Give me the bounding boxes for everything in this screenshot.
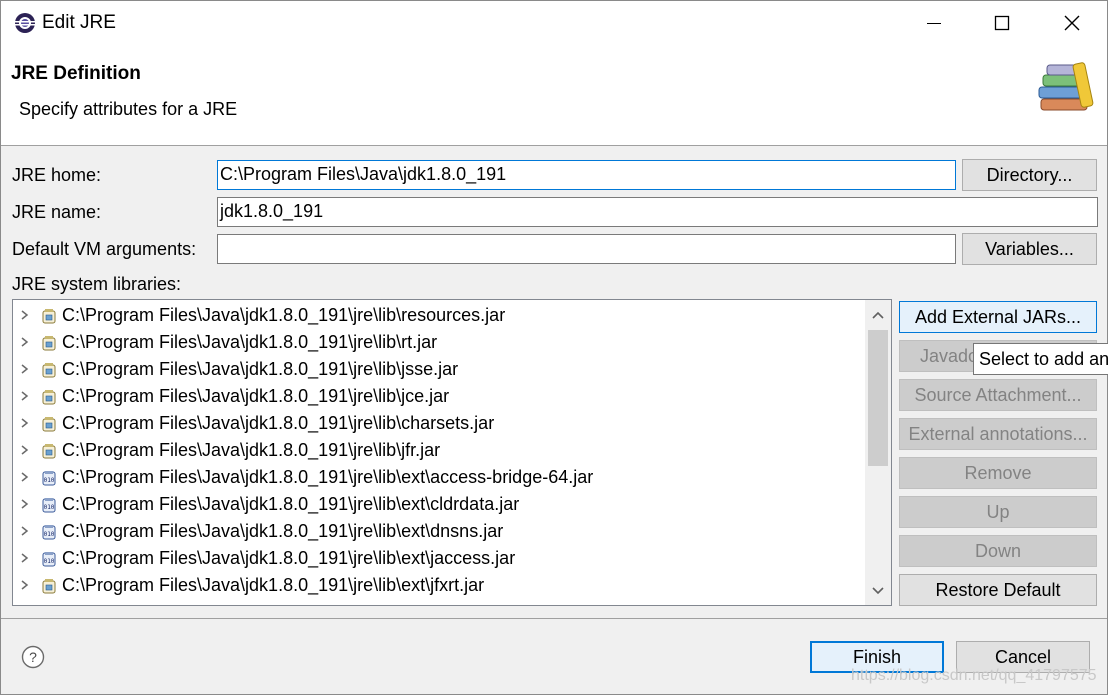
help-icon[interactable]: ? — [21, 645, 45, 669]
expand-chevron-icon[interactable] — [19, 334, 31, 350]
svg-text:010: 010 — [44, 531, 55, 538]
expand-chevron-icon[interactable] — [19, 442, 31, 458]
library-path: C:\Program Files\Java\jdk1.8.0_191\jre\l… — [62, 575, 485, 595]
window-title: Edit JRE — [42, 12, 116, 33]
binary-jar-icon: 010 — [42, 552, 56, 567]
vm-args-input[interactable] — [217, 234, 956, 264]
library-row[interactable]: C:\Program Files\Java\jdk1.8.0_191\jre\l… — [13, 437, 865, 464]
library-path: C:\Program Files\Java\jdk1.8.0_191\jre\l… — [62, 467, 594, 487]
expand-chevron-icon[interactable] — [19, 388, 31, 404]
edit-jre-dialog: Edit JRE JRE Definition Specify attribut… — [0, 0, 1108, 695]
binary-jar-icon: 010 — [42, 525, 56, 540]
svg-text:010: 010 — [44, 558, 55, 565]
add-external-jars-button[interactable]: Add External JARs... — [899, 301, 1097, 333]
minimize-button[interactable] — [899, 1, 969, 45]
library-row[interactable]: 010 C:\Program Files\Java\jdk1.8.0_191\jr… — [13, 464, 865, 491]
restore-default-button[interactable]: Restore Default — [899, 574, 1097, 606]
variables-button[interactable]: Variables... — [962, 233, 1097, 265]
library-row[interactable]: C:\Program Files\Java\jdk1.8.0_191\jre\l… — [13, 572, 865, 599]
expand-chevron-icon[interactable] — [19, 307, 31, 323]
library-path: C:\Program Files\Java\jdk1.8.0_191\jre\l… — [62, 386, 450, 406]
library-books-icon — [1038, 62, 1094, 111]
chevron-up-icon — [872, 311, 884, 319]
header-subtitle: Specify attributes for a JRE — [19, 99, 238, 119]
svg-text:?: ? — [29, 649, 37, 665]
jar-icon — [42, 579, 56, 594]
libraries-label: JRE system libraries: — [12, 274, 182, 294]
expand-chevron-icon[interactable] — [19, 496, 31, 512]
maximize-button[interactable] — [967, 1, 1037, 45]
maximize-icon — [994, 15, 1010, 31]
library-row[interactable]: C:\Program Files\Java\jdk1.8.0_191\jre\l… — [13, 410, 865, 437]
scroll-down-button[interactable] — [865, 578, 891, 604]
directory-button[interactable]: Directory... — [962, 159, 1097, 191]
title-bar: Edit JRE — [1, 1, 1107, 45]
vm-args-label: Default VM arguments: — [12, 239, 197, 259]
svg-text:010: 010 — [44, 504, 55, 511]
library-path: C:\Program Files\Java\jdk1.8.0_191\jre\l… — [62, 521, 504, 541]
jre-home-input[interactable]: C:\Program Files\Java\jdk1.8.0_191 — [217, 160, 956, 190]
jre-home-label: JRE home: — [12, 165, 102, 185]
library-row[interactable]: C:\Program Files\Java\jdk1.8.0_191\jre\l… — [13, 383, 865, 410]
expand-chevron-icon[interactable] — [19, 523, 31, 539]
library-row[interactable]: 010 C:\Program Files\Java\jdk1.8.0_191\jr… — [13, 491, 865, 518]
jar-icon — [42, 444, 56, 459]
header-title: JRE Definition — [11, 63, 141, 84]
source-attachment-button[interactable]: Source Attachment... — [899, 379, 1097, 411]
remove-button[interactable]: Remove — [899, 457, 1097, 489]
dialog-header: JRE Definition Specify attributes for a … — [1, 45, 1107, 146]
library-row[interactable]: 010 C:\Program Files\Java\jdk1.8.0_191\jr… — [13, 518, 865, 545]
jar-icon — [42, 390, 56, 405]
scroll-up-button[interactable] — [865, 302, 891, 328]
library-path: C:\Program Files\Java\jdk1.8.0_191\jre\l… — [62, 548, 516, 568]
expand-chevron-icon[interactable] — [19, 415, 31, 431]
library-row[interactable]: C:\Program Files\Java\jdk1.8.0_191\jre\l… — [13, 329, 865, 356]
jar-icon — [42, 336, 56, 351]
library-path: C:\Program Files\Java\jdk1.8.0_191\jre\l… — [62, 440, 441, 460]
up-button[interactable]: Up — [899, 496, 1097, 528]
tooltip: Select to add an — [973, 343, 1108, 375]
expand-chevron-icon[interactable] — [19, 577, 31, 593]
scroll-thumb[interactable] — [868, 330, 888, 466]
library-row[interactable]: C:\Program Files\Java\jdk1.8.0_191\jre\l… — [13, 302, 865, 329]
library-row[interactable]: C:\Program Files\Java\jdk1.8.0_191\jre\l… — [13, 356, 865, 383]
library-path: C:\Program Files\Java\jdk1.8.0_191\jre\l… — [62, 494, 520, 514]
library-path: C:\Program Files\Java\jdk1.8.0_191\jre\l… — [62, 305, 506, 325]
footer-divider — [1, 618, 1107, 619]
library-path: C:\Program Files\Java\jdk1.8.0_191\jre\l… — [62, 359, 459, 379]
watermark: https://blog.csdn.net/qq_41797575 — [851, 667, 1097, 684]
libraries-tree[interactable]: C:\Program Files\Java\jdk1.8.0_191\jre\l… — [12, 299, 892, 606]
expand-chevron-icon[interactable] — [19, 469, 31, 485]
vertical-scrollbar[interactable] — [865, 300, 891, 605]
binary-jar-icon: 010 — [42, 498, 56, 513]
jre-name-label: JRE name: — [12, 202, 102, 222]
jre-name-input[interactable]: jdk1.8.0_191 — [217, 197, 1098, 227]
expand-chevron-icon[interactable] — [19, 361, 31, 377]
jar-icon — [42, 417, 56, 432]
close-button[interactable] — [1037, 1, 1107, 45]
eclipse-icon — [15, 13, 35, 33]
jar-icon — [42, 363, 56, 378]
library-row[interactable]: 010 C:\Program Files\Java\jdk1.8.0_191\jr… — [13, 545, 865, 572]
binary-jar-icon: 010 — [42, 471, 56, 486]
library-path: C:\Program Files\Java\jdk1.8.0_191\jre\l… — [62, 332, 438, 352]
close-icon — [1064, 15, 1080, 31]
minimize-icon — [927, 23, 941, 24]
expand-chevron-icon[interactable] — [19, 550, 31, 566]
chevron-down-icon — [872, 587, 884, 595]
jar-icon — [42, 309, 56, 324]
down-button[interactable]: Down — [899, 535, 1097, 567]
svg-text:010: 010 — [44, 477, 55, 484]
library-path: C:\Program Files\Java\jdk1.8.0_191\jre\l… — [62, 413, 495, 433]
external-annotations-button[interactable]: External annotations... — [899, 418, 1097, 450]
